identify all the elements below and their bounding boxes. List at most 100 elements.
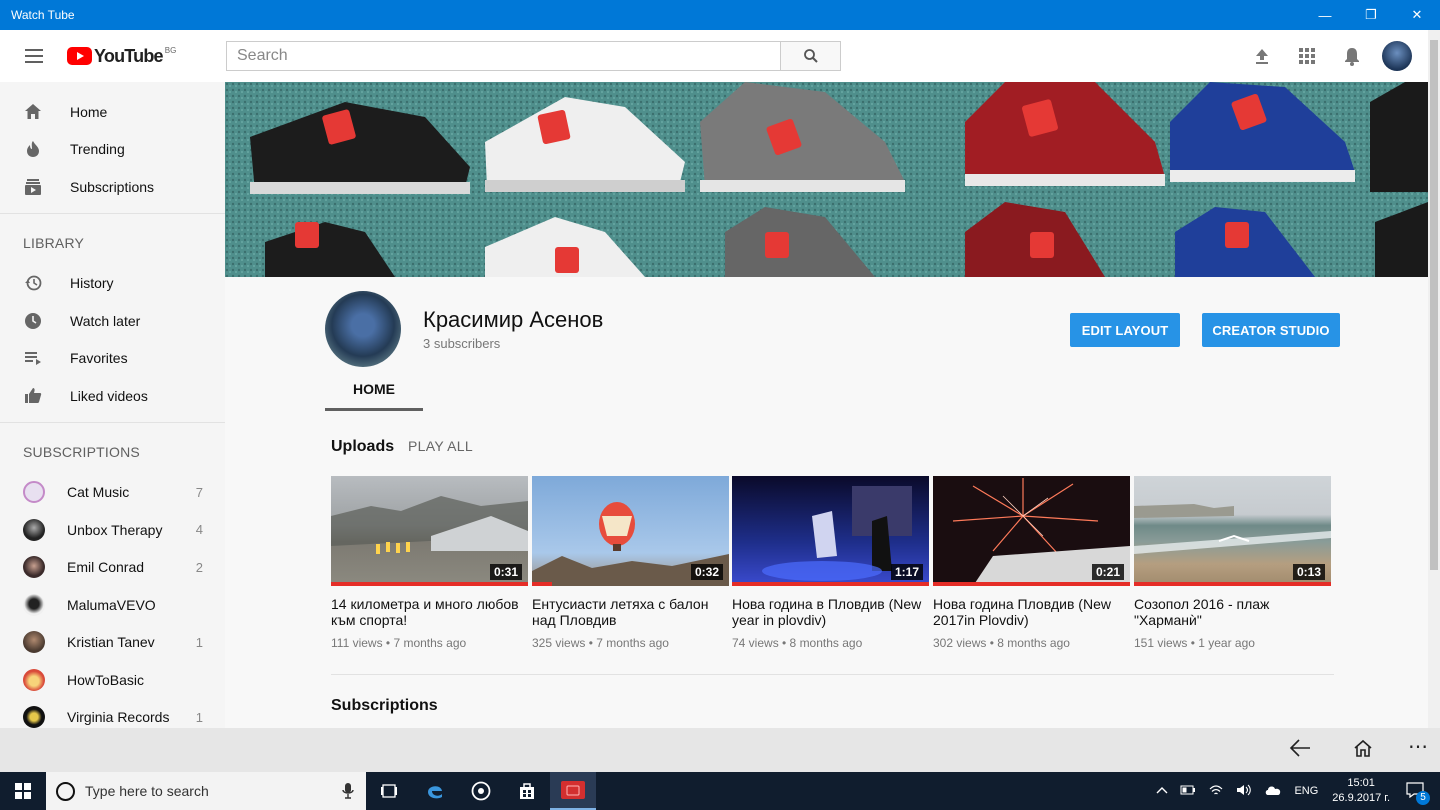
menu-icon[interactable] xyxy=(25,49,43,63)
watch-progress-bar xyxy=(1134,582,1331,586)
taskbar-search-box[interactable]: Type here to search xyxy=(46,772,366,810)
edit-layout-button[interactable]: EDIT LAYOUT xyxy=(1070,313,1180,347)
battery-icon[interactable] xyxy=(1180,785,1196,798)
volume-icon[interactable] xyxy=(1236,784,1252,799)
video-meta: 151 views • 1 year ago xyxy=(1134,636,1255,650)
video-duration: 1:17 xyxy=(890,564,923,580)
input-language[interactable]: ENG xyxy=(1294,785,1318,797)
channel-avatar-large[interactable] xyxy=(325,291,401,367)
home-icon[interactable] xyxy=(1353,738,1373,764)
video-title[interactable]: Нова година Пловдив (New 2017in Plovdiv) xyxy=(933,596,1130,630)
video-card[interactable]: 0:31 14 километра и много любов към спор… xyxy=(331,476,528,650)
vertical-scrollbar[interactable] xyxy=(1428,30,1440,728)
taskbar-clock[interactable]: 15:01 26.9.2017 г. xyxy=(1332,776,1390,806)
sidebar-item-subscriptions[interactable]: Subscriptions xyxy=(0,168,225,206)
sidebar-item-home[interactable]: Home xyxy=(0,93,225,131)
video-title[interactable]: Нова година в Пловдив (New year in plovd… xyxy=(732,596,929,630)
store-icon[interactable] xyxy=(504,772,550,810)
watch-progress-bar xyxy=(732,582,929,586)
onedrive-icon[interactable] xyxy=(1264,784,1282,799)
search-input[interactable] xyxy=(226,41,781,71)
watch-progress-bar xyxy=(331,582,528,586)
minimize-button[interactable]: — xyxy=(1302,0,1348,30)
maximize-button[interactable]: ❐ xyxy=(1348,0,1394,30)
scrollbar-thumb[interactable] xyxy=(1430,40,1438,570)
task-view-icon[interactable] xyxy=(366,772,412,810)
home-icon xyxy=(24,103,42,121)
search-icon xyxy=(803,49,818,63)
channel-banner xyxy=(225,82,1428,277)
back-arrow-icon[interactable] xyxy=(1289,738,1311,764)
subscriptions-icon xyxy=(24,178,42,196)
sidebar-item-history[interactable]: History xyxy=(0,265,225,303)
apps-icon[interactable] xyxy=(1284,47,1329,65)
subscription-item-howtobasic[interactable]: HowToBasic xyxy=(0,661,225,699)
subscription-item-virginia-records[interactable]: Virginia Records 1 xyxy=(0,699,225,728)
history-icon xyxy=(24,274,42,292)
sidebar-item-favorites[interactable]: Favorites xyxy=(0,340,225,378)
video-card[interactable]: 0:32 Ентусиасти летяха с балон над Пловд… xyxy=(532,476,729,650)
more-options-icon[interactable]: ⋯ xyxy=(1408,734,1428,759)
wifi-icon[interactable] xyxy=(1208,784,1224,799)
watch-tube-app-icon[interactable] xyxy=(550,772,596,810)
new-video-count: 1 xyxy=(195,634,203,650)
show-hidden-icons-icon[interactable] xyxy=(1156,785,1168,797)
channel-name: Красимир Асенов xyxy=(423,307,604,332)
sidebar-item-watch-later[interactable]: Watch later xyxy=(0,302,225,340)
channel-avatar xyxy=(23,481,45,504)
sidebar-item-trending[interactable]: Trending xyxy=(0,131,225,169)
subscription-item-unbox-therapy[interactable]: Unbox Therapy 4 xyxy=(0,511,225,549)
youtube-play-icon xyxy=(67,47,92,65)
video-thumbnail[interactable]: 1:17 xyxy=(732,476,929,586)
microphone-icon[interactable] xyxy=(342,782,354,800)
subscription-item-cat-music[interactable]: Cat Music 7 xyxy=(0,474,225,512)
play-all-button[interactable]: PLAY ALL xyxy=(408,438,473,454)
uploads-shelf-title[interactable]: Uploads xyxy=(331,438,394,456)
taskbar-search-placeholder: Type here to search xyxy=(85,783,209,799)
tab-home[interactable]: HOME xyxy=(325,369,423,411)
channel-avatar xyxy=(23,631,45,654)
video-thumbnail[interactable]: 0:21 xyxy=(933,476,1130,586)
video-thumbnail[interactable]: 0:13 xyxy=(1134,476,1331,586)
subscription-label: HowToBasic xyxy=(67,671,145,688)
video-meta: 111 views • 7 months ago xyxy=(331,636,467,650)
channel-avatar xyxy=(23,706,45,728)
subscription-item-kristian-tanev[interactable]: Kristian Tanev 1 xyxy=(0,624,225,662)
account-avatar[interactable] xyxy=(1382,41,1412,71)
video-thumbnail[interactable]: 0:32 xyxy=(532,476,729,586)
subscription-label: Virginia Records xyxy=(67,709,170,726)
youtube-logo[interactable]: YouTube BG xyxy=(67,46,176,67)
search-button[interactable] xyxy=(780,41,841,71)
windows-start-icon[interactable] xyxy=(0,772,46,810)
notifications-bell-icon[interactable] xyxy=(1329,46,1374,66)
creator-studio-button[interactable]: CREATOR STUDIO xyxy=(1202,313,1340,347)
subscription-item-emil-conrad[interactable]: Emil Conrad 2 xyxy=(0,549,225,587)
sidebar-item-label: Watch later xyxy=(70,312,141,329)
close-button[interactable]: ✕ xyxy=(1394,0,1440,30)
watch-later-icon xyxy=(24,312,42,330)
subscriptions-shelf-title[interactable]: Subscriptions xyxy=(331,697,438,715)
channel-avatar xyxy=(23,593,45,616)
video-title[interactable]: 14 километра и много любов към спорта! xyxy=(331,596,528,630)
channel-page: Красимир Асенов 3 subscribers EDIT LAYOU… xyxy=(225,82,1428,728)
channel-avatar xyxy=(23,668,45,691)
video-card[interactable]: 1:17 Нова година в Пловдив (New year in … xyxy=(732,476,929,650)
video-title[interactable]: Созопол 2016 - плаж "Харманѝ" xyxy=(1134,596,1331,630)
subscription-item-malumavevo[interactable]: MalumaVEVO xyxy=(0,586,225,624)
window-titlebar: Watch Tube — ❐ ✕ xyxy=(0,0,1440,30)
edge-browser-icon[interactable] xyxy=(412,772,458,810)
video-duration: 0:31 xyxy=(489,564,522,580)
action-center-icon[interactable]: 5 xyxy=(1406,781,1430,805)
new-video-count: 2 xyxy=(195,559,203,575)
sidebar-item-liked-videos[interactable]: Liked videos xyxy=(0,377,225,415)
masthead: YouTube BG xyxy=(0,30,1428,82)
video-duration: 0:13 xyxy=(1292,564,1325,580)
sidebar-divider xyxy=(0,421,225,423)
groove-music-icon[interactable] xyxy=(458,772,504,810)
video-card[interactable]: 0:21 Нова година Пловдив (New 2017in Plo… xyxy=(933,476,1130,650)
video-title[interactable]: Ентусиасти летяха с балон над Пловдив xyxy=(532,596,729,630)
channel-header: Красимир Асенов 3 subscribers EDIT LAYOU… xyxy=(225,277,1428,412)
video-thumbnail[interactable]: 0:31 xyxy=(331,476,528,586)
upload-icon[interactable] xyxy=(1239,47,1284,65)
video-card[interactable]: 0:13 Созопол 2016 - плаж "Харманѝ" 151 v… xyxy=(1134,476,1331,650)
